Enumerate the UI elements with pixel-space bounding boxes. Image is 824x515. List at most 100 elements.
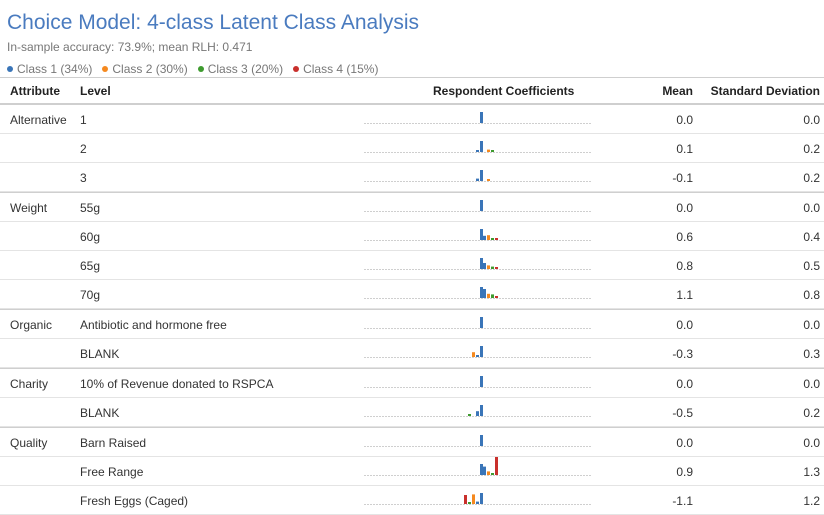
coefficient-sparkline [364, 405, 592, 417]
sd-cell: 0.0 [803, 201, 820, 215]
mean-cell: 0.0 [676, 201, 693, 215]
legend-label: Class 4 (15%) [303, 62, 379, 76]
sd-cell: 0.8 [803, 288, 820, 302]
attribute-cell: Weight [10, 201, 48, 215]
legend-label: Class 2 (30%) [112, 62, 188, 76]
mean-cell: 0.0 [676, 436, 693, 450]
zero-stem [480, 464, 483, 475]
sd-cell: 0.5 [803, 259, 820, 273]
zero-stem [480, 258, 483, 269]
mean-cell: -1.1 [672, 494, 693, 508]
legend-label: Class 1 (34%) [17, 62, 93, 76]
table-row: BLANK -0.5 0.2 [0, 398, 824, 427]
header-level: Level [80, 84, 111, 98]
zero-stem [480, 287, 483, 298]
mean-cell: 0.0 [676, 377, 693, 391]
sd-cell: 0.0 [803, 318, 820, 332]
sd-cell: 0.2 [803, 406, 820, 420]
class-2-bar [487, 471, 490, 475]
coefficient-sparkline [364, 170, 592, 182]
zero-stem [480, 170, 483, 181]
zero-stem [480, 200, 483, 211]
class-1-bar [483, 466, 486, 475]
level-cell: Barn Raised [80, 436, 147, 450]
coefficient-sparkline [364, 287, 592, 299]
legend-label: Class 3 (20%) [207, 62, 284, 76]
chart-title: Choice Model: 4-class Latent Class Analy… [7, 11, 420, 34]
table-row: 70g 1.1 0.8 [0, 280, 824, 309]
class-3-bar [491, 150, 494, 152]
table-row: Organic Antibiotic and hormone free 0.0 0.0 [0, 309, 824, 339]
sd-cell: 0.0 [803, 113, 820, 127]
legend-dot-icon [102, 66, 109, 72]
mean-cell: -0.5 [672, 406, 693, 420]
zero-stem [480, 141, 483, 152]
table-row: Weight 55g 0.0 0.0 [0, 192, 824, 222]
coefficient-sparkline [364, 493, 592, 505]
legend-item: Class 3 (20%) [197, 62, 284, 76]
sd-cell: 0.2 [803, 171, 820, 185]
legend-dot-icon [197, 66, 204, 72]
sd-cell: 0.4 [803, 230, 820, 244]
legend-item: Class 2 (30%) [102, 62, 188, 76]
class-1-bar [476, 411, 479, 416]
class-3-bar [491, 238, 494, 240]
mean-cell: 1.1 [676, 288, 693, 302]
legend-dot-icon [293, 66, 300, 72]
table-row: BLANK -0.3 0.3 [0, 339, 824, 368]
class-4-bar [495, 238, 498, 240]
level-cell: BLANK [80, 406, 120, 420]
table-row: 60g 0.6 0.4 [0, 222, 824, 251]
mean-cell: 0.0 [676, 113, 693, 127]
sd-cell: 0.2 [803, 142, 820, 156]
class-2-bar [487, 149, 490, 152]
level-cell: 2 [80, 142, 87, 156]
coefficient-sparkline [364, 376, 592, 388]
zero-stem [480, 405, 483, 416]
mean-cell: 0.1 [676, 142, 693, 156]
sd-cell: 0.0 [803, 436, 820, 450]
class-2-bar [487, 235, 490, 240]
coefficient-sparkline [364, 435, 592, 447]
level-cell: 70g [80, 288, 101, 302]
class-4-bar [464, 495, 467, 504]
class-3-bar [491, 473, 494, 475]
sd-cell: 1.2 [803, 494, 820, 508]
class-1-bar [483, 263, 486, 269]
header-sd: Standard Deviation [710, 84, 820, 98]
header-mean: Mean [662, 84, 693, 98]
class-3-bar [468, 502, 471, 504]
zero-stem [480, 493, 483, 504]
level-cell: 60g [80, 230, 101, 244]
class-2-bar [472, 352, 475, 357]
coefficient-sparkline [364, 229, 592, 241]
class-1-bar [476, 501, 479, 504]
class-4-bar [495, 267, 498, 269]
table-row: 3 -0.1 0.2 [0, 163, 824, 192]
class-2-bar [487, 293, 490, 298]
level-cell: 1 [80, 113, 87, 127]
level-cell: 3 [80, 171, 87, 185]
legend-item: Class 4 (15%) [293, 62, 378, 76]
class-3-bar [491, 266, 494, 269]
class-2-bar [487, 265, 490, 269]
class-4-bar [495, 457, 498, 475]
level-cell: Free Range [80, 465, 144, 479]
coefficient-sparkline [364, 346, 592, 358]
level-cell: 65g [80, 259, 101, 273]
class-2-bar [487, 179, 490, 181]
sd-cell: 0.0 [803, 377, 820, 391]
class-1-bar [483, 289, 486, 298]
table-row: 2 0.1 0.2 [0, 134, 824, 163]
coefficient-sparkline [364, 457, 592, 476]
class-1-bar [476, 355, 479, 357]
mean-cell: -0.1 [672, 171, 693, 185]
class-4-bar [495, 296, 498, 298]
header-attribute: Attribute [10, 84, 60, 98]
mean-cell: -0.3 [672, 347, 693, 361]
mean-cell: 0.8 [676, 259, 693, 273]
attribute-cell: Organic [10, 318, 53, 332]
table-row: Alternative 1 0.0 0.0 [0, 104, 824, 134]
sd-cell: 0.3 [803, 347, 820, 361]
level-cell: 55g [80, 201, 101, 215]
